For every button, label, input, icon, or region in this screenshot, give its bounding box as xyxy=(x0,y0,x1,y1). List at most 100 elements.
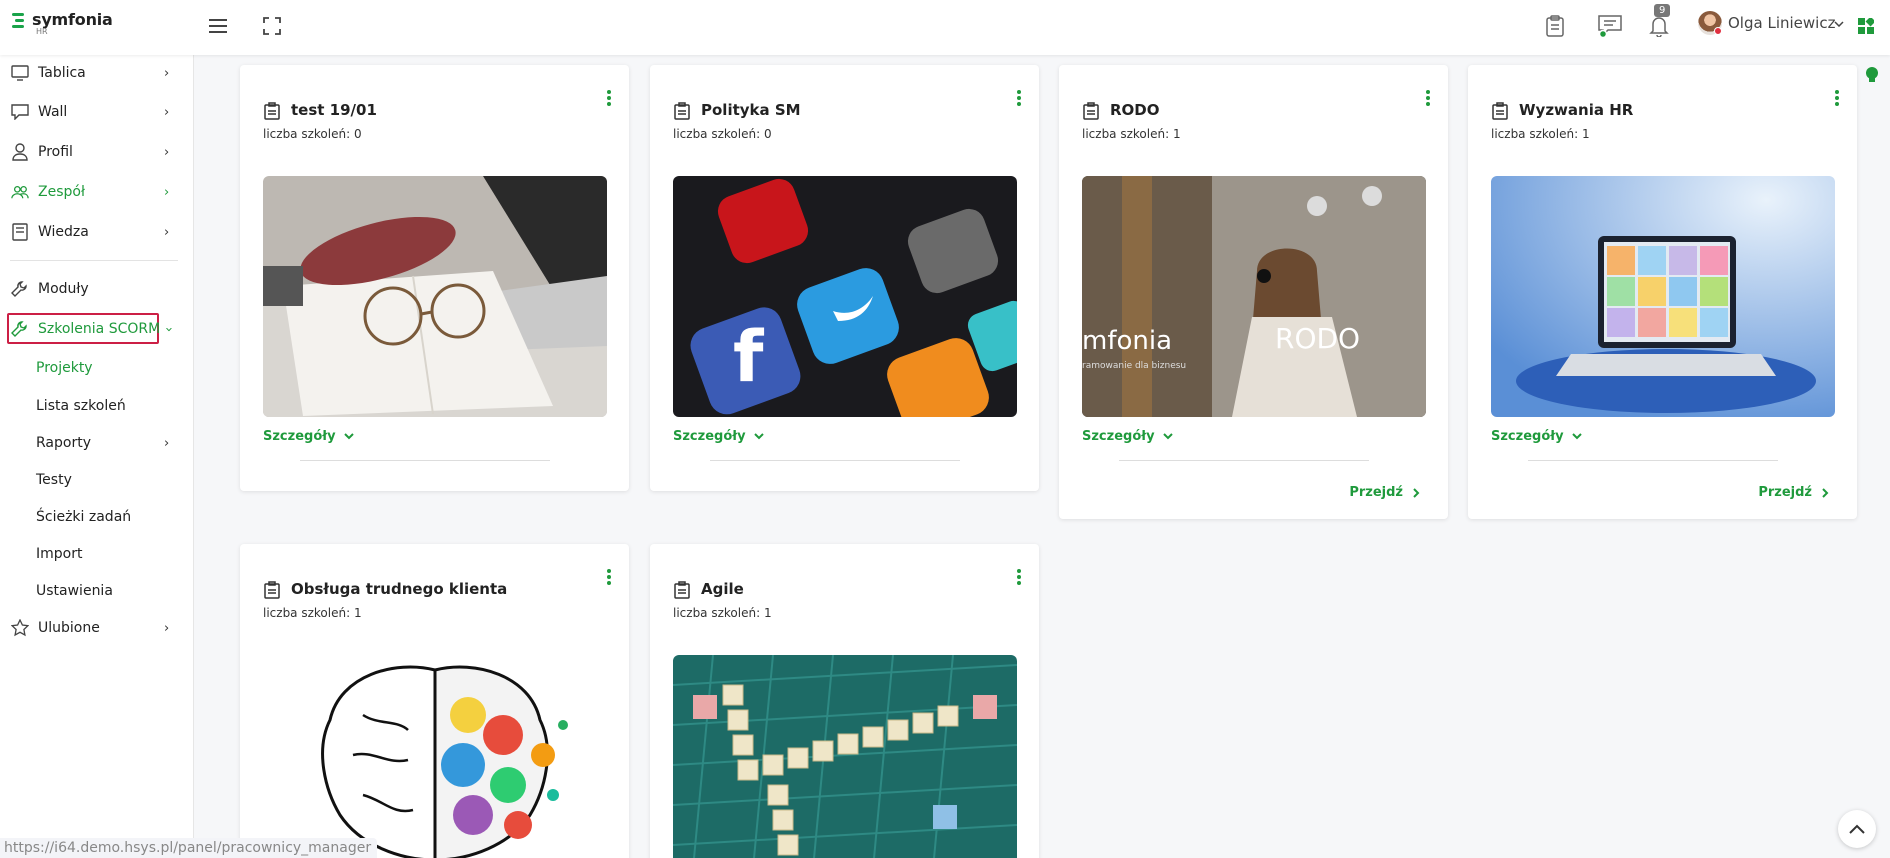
image-logo-text: mfonia xyxy=(1082,326,1173,356)
sidebar-subitem-label: Raporty xyxy=(36,435,91,451)
sidebar-subitem-sciezki-zadan[interactable]: Ścieżki zadań xyxy=(0,502,194,532)
card-training-count: liczba szkoleń: 1 xyxy=(1491,127,1590,141)
chevron-down-icon[interactable] xyxy=(1832,14,1846,34)
project-card: RODO liczba szkoleń: 1 RODO mfonia ramow… xyxy=(1059,65,1448,519)
project-card: Wyzwania HR liczba szkoleń: 1 Szczegóły … xyxy=(1468,65,1857,519)
goto-label: Przejdź xyxy=(1349,485,1403,500)
logo-subtitle: HR xyxy=(36,27,48,36)
sidebar-item-zespol[interactable]: Zespół › xyxy=(0,176,194,208)
image-tagline: ramowanie dla biznesu xyxy=(1082,361,1187,371)
card-image xyxy=(1491,176,1835,417)
more-options-icon[interactable] xyxy=(605,568,613,586)
chevron-right-icon: › xyxy=(164,620,170,636)
chevron-right-icon xyxy=(1822,487,1829,498)
chevron-down-icon xyxy=(1162,433,1173,440)
more-options-icon[interactable] xyxy=(605,89,613,107)
goto-button[interactable]: Przejdź xyxy=(1349,485,1420,500)
sidebar-subitem-testy[interactable]: Testy xyxy=(0,465,194,495)
hamburger-menu-icon[interactable] xyxy=(204,12,232,40)
chevron-right-icon: › xyxy=(164,144,170,160)
notification-badge: 9 xyxy=(1654,4,1671,17)
card-image: RODO mfonia ramowanie dla biznesu xyxy=(1082,176,1426,417)
sidebar-item-label: Tablica xyxy=(38,65,86,81)
chevron-down-icon xyxy=(343,433,354,440)
status-dot xyxy=(1714,27,1722,35)
sidebar-item-label: Wiedza xyxy=(38,224,89,240)
sidebar-subitem-raporty[interactable]: Raporty › xyxy=(0,428,194,458)
scroll-to-top-button[interactable] xyxy=(1838,810,1876,848)
book-icon xyxy=(11,223,29,241)
more-options-icon[interactable] xyxy=(1015,568,1023,586)
chevron-up-icon xyxy=(1849,824,1865,834)
clipboard-icon xyxy=(1492,102,1508,120)
app-logo[interactable]: symfonia HR xyxy=(10,10,113,36)
card-image xyxy=(263,655,607,858)
image-caption: RODO xyxy=(1275,322,1361,355)
goto-button[interactable]: Przejdź xyxy=(1758,485,1829,500)
chevron-right-icon: › xyxy=(164,65,170,81)
chevron-right-icon: › xyxy=(164,184,170,200)
chevron-down-icon: › xyxy=(161,326,177,332)
more-options-icon[interactable] xyxy=(1833,89,1841,107)
lightbulb-icon[interactable] xyxy=(1865,66,1879,88)
clipboard-icon xyxy=(674,102,690,120)
card-image xyxy=(263,176,607,417)
top-bar: symfonia HR 9 Olga Liniewicz xyxy=(0,0,1890,55)
more-options-icon[interactable] xyxy=(1424,89,1432,107)
sidebar-subitem-label: Import xyxy=(36,546,83,562)
user-name[interactable]: Olga Liniewicz xyxy=(1728,14,1835,32)
symfonia-logo-icon xyxy=(10,11,26,29)
sidebar-item-szkolenia-scorm[interactable]: Szkolenia SCORM › xyxy=(0,313,194,345)
project-card: Polityka SM liczba szkoleń: 0 f Szczegół… xyxy=(650,65,1039,491)
star-icon xyxy=(11,619,29,637)
sidebar-subitem-label: Ustawienia xyxy=(36,583,113,599)
sidebar-item-label: Ulubione xyxy=(38,620,100,636)
card-divider xyxy=(710,460,960,461)
sidebar-item-label: Wall xyxy=(38,104,68,120)
card-title: Agile xyxy=(701,580,744,598)
card-divider xyxy=(1528,460,1778,461)
sidebar-subitem-ustawienia[interactable]: Ustawienia xyxy=(0,576,194,606)
details-label: Szczegóły xyxy=(673,429,746,444)
sidebar-subitem-projekty[interactable]: Projekty xyxy=(0,353,194,383)
clipboard-icon xyxy=(1083,102,1099,120)
sidebar-subitem-label: Testy xyxy=(36,472,72,488)
details-label: Szczegóły xyxy=(1491,429,1564,444)
sidebar-item-label: Zespół xyxy=(38,184,85,200)
more-options-icon[interactable] xyxy=(1015,89,1023,107)
details-toggle[interactable]: Szczegóły xyxy=(1491,429,1582,444)
details-toggle[interactable]: Szczegóły xyxy=(263,429,354,444)
sidebar-divider xyxy=(10,260,178,261)
card-title: RODO xyxy=(1110,101,1160,119)
svg-text:f: f xyxy=(733,316,765,398)
card-title: Obsługa trudnego klienta xyxy=(291,580,508,598)
sidebar-subitem-lista-szkolen[interactable]: Lista szkoleń xyxy=(0,391,194,421)
sidebar-item-tablica[interactable]: Tablica › xyxy=(0,57,194,89)
sidebar-item-wall[interactable]: Wall › xyxy=(0,96,194,128)
chat-icon xyxy=(11,103,29,121)
fullscreen-icon[interactable] xyxy=(258,12,286,40)
details-toggle[interactable]: Szczegóły xyxy=(1082,429,1173,444)
card-divider xyxy=(300,460,550,461)
team-icon xyxy=(11,183,29,201)
sidebar-subitem-import[interactable]: Import xyxy=(0,539,194,569)
details-label: Szczegóły xyxy=(263,429,336,444)
sidebar-item-profil[interactable]: Profil › xyxy=(0,136,194,168)
card-training-count: liczba szkoleń: 0 xyxy=(673,127,772,141)
project-card: Agile liczba szkoleń: 1 xyxy=(650,544,1039,858)
chevron-right-icon: › xyxy=(164,224,170,240)
sidebar-item-ulubione[interactable]: Ulubione › xyxy=(0,612,194,644)
chevron-down-icon xyxy=(753,433,764,440)
details-toggle[interactable]: Szczegóły xyxy=(673,429,764,444)
chevron-right-icon: › xyxy=(164,435,170,451)
goto-label: Przejdź xyxy=(1758,485,1812,500)
sidebar-item-wiedza[interactable]: Wiedza › xyxy=(0,216,194,248)
clipboard-icon[interactable] xyxy=(1541,12,1569,40)
card-title: test 19/01 xyxy=(291,101,377,119)
sidebar-subitem-label: Lista szkoleń xyxy=(36,398,126,414)
status-bar-url: https://i64.demo.hsys.pl/panel/pracownic… xyxy=(0,838,378,858)
card-image: f xyxy=(673,176,1017,417)
sidebar-item-moduly[interactable]: Moduły xyxy=(0,273,194,305)
apps-grid-icon[interactable] xyxy=(1854,12,1878,40)
messages-icon[interactable] xyxy=(1596,12,1624,40)
